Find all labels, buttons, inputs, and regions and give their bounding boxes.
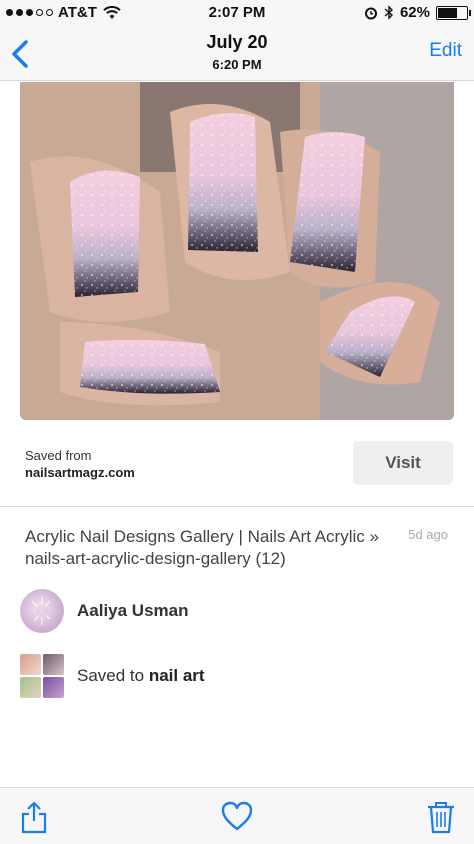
source-domain-link[interactable]: nailsartmagz.com (25, 465, 135, 480)
battery-percent: 62% (399, 4, 430, 21)
board-saved-to-prefix: Saved to (77, 666, 145, 685)
status-right: 62% (364, 4, 471, 21)
bottom-toolbar (0, 787, 474, 844)
edit-button[interactable]: Edit (429, 40, 462, 62)
heart-icon[interactable] (221, 800, 253, 834)
nav-bar: July 20 6:20 PM Edit (0, 26, 474, 81)
pinner-row[interactable]: Aaliya Usman (20, 588, 189, 634)
board-thumbnail[interactable] (20, 654, 64, 698)
section-divider (0, 506, 474, 507)
pin-description: Acrylic Nail Designs Gallery | Nails Art… (25, 527, 379, 568)
visit-button[interactable]: Visit (353, 441, 453, 485)
alarm-icon (364, 7, 377, 19)
board-row[interactable]: Saved to nail art (20, 653, 205, 699)
share-icon[interactable] (18, 800, 50, 834)
bluetooth-icon (384, 5, 393, 20)
pin-time-ago: 5d ago (408, 527, 448, 542)
status-bar: AT&T 2:07 PM 62% (0, 0, 474, 26)
pin-photo[interactable] (20, 82, 454, 420)
trash-icon[interactable] (426, 800, 456, 834)
nav-title-date: July 20 (206, 32, 268, 52)
board-saved-to: Saved to nail art (77, 666, 205, 686)
nail-art-image (20, 82, 454, 420)
user-name[interactable]: Aaliya Usman (77, 601, 189, 621)
user-avatar[interactable] (20, 589, 64, 633)
board-name-link[interactable]: nail art (149, 666, 205, 685)
battery-icon (436, 5, 471, 20)
nav-subtitle-time: 6:20 PM (212, 57, 262, 72)
saved-from-label: Saved from (25, 448, 92, 463)
